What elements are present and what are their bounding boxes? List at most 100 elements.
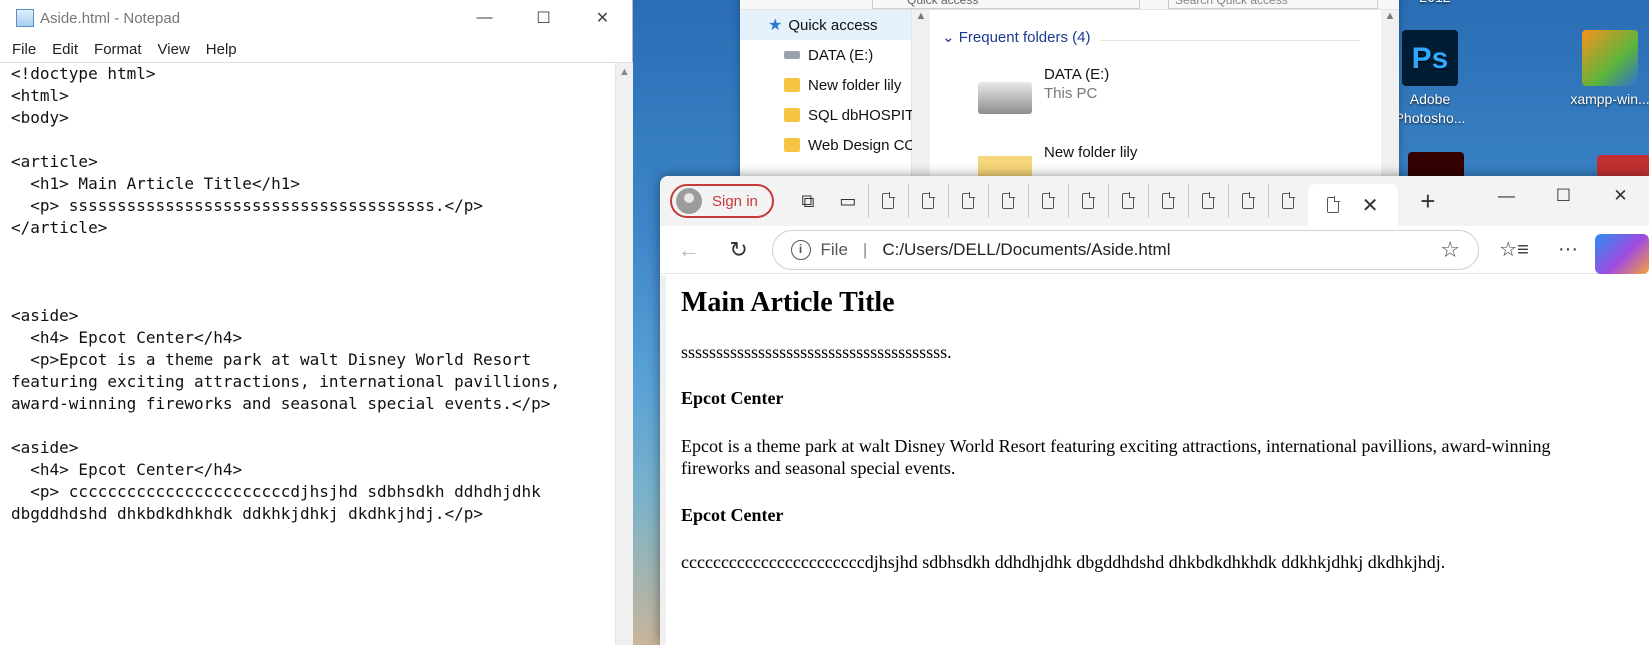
refresh-button[interactable]: ↻ [714, 230, 764, 270]
star-icon: ★ [768, 17, 783, 34]
notepad-text-area[interactable]: <!doctype html> <html> <body> <article> … [0, 62, 633, 645]
nav-item-data-drive[interactable]: DATA (E:) [740, 40, 911, 70]
tab-item[interactable] [907, 184, 948, 218]
nav-item-label: Web Design CO [808, 136, 917, 154]
photoshop-icon: Ps [1402, 30, 1458, 86]
new-tab-button[interactable]: + [1406, 186, 1450, 217]
explorer-address-box[interactable]: Quick access [872, 0, 1140, 9]
nav-item-label: DATA (E:) [808, 46, 874, 64]
tile-data-drive[interactable]: DATA (E:) This PC [978, 66, 1109, 114]
close-button[interactable]: ✕ [573, 0, 632, 36]
nav-item-label: New folder lily [808, 76, 902, 94]
tab-item[interactable] [1067, 184, 1108, 218]
document-icon [1282, 192, 1295, 209]
frequent-folders-header[interactable]: ⌄ Frequent folders (4) [942, 28, 1090, 46]
page-heading-main: Main Article Title [681, 287, 895, 318]
favorites-icon[interactable]: ☆≡ [1487, 230, 1541, 270]
avatar-icon [676, 188, 702, 214]
notepad-icon [16, 9, 34, 27]
folder-icon [784, 108, 800, 122]
maximize-button[interactable]: ☐ [1535, 176, 1592, 216]
desktop-icon-label: xampp-win... [1570, 91, 1649, 107]
info-icon[interactable]: i [790, 239, 811, 260]
maximize-button[interactable]: ☐ [514, 0, 573, 36]
tab-item[interactable] [1187, 184, 1228, 218]
folder-icon [784, 138, 800, 152]
tab-item[interactable] [1147, 184, 1188, 218]
drive-icon [784, 51, 800, 59]
article-paragraph: ssssssssssssssssssssssssssssssssssssss. [681, 342, 952, 362]
document-icon [1202, 192, 1215, 209]
menu-format[interactable]: Format [94, 41, 142, 58]
document-icon [882, 192, 895, 209]
tab-item[interactable] [867, 184, 908, 218]
favorite-star-icon[interactable]: ☆ [1440, 237, 1460, 263]
edge-toolbar: ← ↻ i File | C:/Users/DELL/Documents/Asi… [660, 226, 1649, 274]
nav-item-web-design[interactable]: Web Design CO [740, 130, 916, 160]
sign-in-button[interactable]: Sign in [670, 184, 774, 218]
menu-help[interactable]: Help [206, 41, 237, 58]
minimize-button[interactable]: — [455, 0, 514, 36]
tab-item[interactable] [1267, 184, 1308, 218]
tab-item[interactable] [1107, 184, 1148, 218]
address-bar[interactable]: i File | C:/Users/DELL/Documents/Aside.h… [771, 229, 1479, 270]
nav-item-sql-dbhospita[interactable]: SQL dbHOSPITA [740, 100, 923, 130]
tile-name: New folder lily [1044, 144, 1138, 161]
explorer-content-scrollbar[interactable]: ▲ [1381, 10, 1399, 190]
workspaces-icon[interactable]: ⧉ [788, 181, 828, 221]
explorer-content-pane: ⌄ Frequent folders (4) DATA (E:) This PC… [930, 10, 1399, 190]
edge-browser-window: Sign in ⧉ ▭ ✕ + — ☐ ✕ ← ↻ i File | C:/Us… [660, 176, 1649, 645]
tab-list [867, 184, 1308, 218]
explorer-address-row: Quick access Search Quick access [740, 0, 1399, 10]
nav-item-new-folder-lily[interactable]: New folder lily [740, 70, 911, 100]
explorer-nav-pane: ★ Quick access DATA (E:) New folder lily… [740, 10, 923, 190]
menu-view[interactable]: View [158, 41, 190, 58]
minimize-button[interactable]: — [1478, 176, 1535, 216]
notepad-text-content[interactable]: <!doctype html> <html> <body> <article> … [11, 63, 560, 525]
tab-active[interactable]: ✕ [1307, 184, 1398, 226]
document-icon [962, 192, 975, 209]
close-button[interactable]: ✕ [1592, 176, 1649, 216]
document-icon [922, 192, 935, 209]
explorer-search-box[interactable]: Search Quick access [1168, 0, 1378, 9]
tab-item[interactable] [987, 184, 1028, 218]
nav-item-label: SQL dbHOSPITA [808, 106, 924, 124]
tab-item[interactable] [947, 184, 988, 218]
group-divider [1100, 40, 1360, 41]
drive-icon [978, 82, 1032, 114]
copilot-button[interactable] [1595, 230, 1649, 274]
document-icon [1122, 192, 1135, 209]
close-tab-icon[interactable]: ✕ [1362, 193, 1379, 218]
notepad-window: Aside.html - Notepad — ☐ ✕ File Edit For… [0, 0, 633, 645]
notepad-menubar: File Edit Format View Help [0, 36, 632, 62]
xampp-icon [1582, 30, 1638, 86]
sign-in-label: Sign in [712, 192, 758, 210]
document-icon [1002, 192, 1015, 209]
nav-item-quick-access[interactable]: ★ Quick access [740, 10, 911, 40]
desktop-icon-photoshop[interactable]: Ps Adobe Photosho... [1390, 30, 1470, 128]
aside-paragraph-2: cccccccccccccccccccccccdjhsjhd sdbhsdkh … [681, 552, 1446, 572]
chevron-down-icon: ⌄ [942, 29, 955, 46]
edge-tab-strip: Sign in ⧉ ▭ ✕ + — ☐ ✕ [660, 176, 1649, 226]
tab-item[interactable] [1027, 184, 1068, 218]
document-icon [1242, 192, 1255, 209]
menu-file[interactable]: File [12, 41, 36, 58]
explorer-nav-scrollbar[interactable]: ▲ [912, 10, 930, 190]
file-explorer-window: Quick access Search Quick access ★ Quick… [740, 0, 1399, 190]
web-page-content: Main Article Title sssssssssssssssssssss… [660, 275, 1649, 645]
back-button[interactable]: ← [664, 230, 714, 270]
notepad-vertical-scrollbar[interactable]: ▲ [615, 63, 633, 645]
more-options-icon[interactable]: ··· [1541, 230, 1595, 270]
vertical-tabs-icon[interactable]: ▭ [828, 181, 868, 221]
tile-sub: This PC [1044, 85, 1098, 102]
document-icon [1162, 192, 1175, 209]
scroll-up-icon[interactable]: ▲ [616, 63, 633, 81]
group-title: Frequent folders (4) [958, 29, 1091, 46]
menu-edit[interactable]: Edit [52, 41, 78, 58]
desktop-icon-xampp[interactable]: xampp-win... [1565, 30, 1649, 109]
tab-item[interactable] [1227, 184, 1268, 218]
url-text[interactable]: C:/Users/DELL/Documents/Aside.html [882, 240, 1170, 260]
notepad-titlebar[interactable]: Aside.html - Notepad — ☐ ✕ [0, 0, 632, 36]
window-title: Aside.html - Notepad [40, 9, 181, 27]
copilot-icon [1595, 233, 1649, 274]
